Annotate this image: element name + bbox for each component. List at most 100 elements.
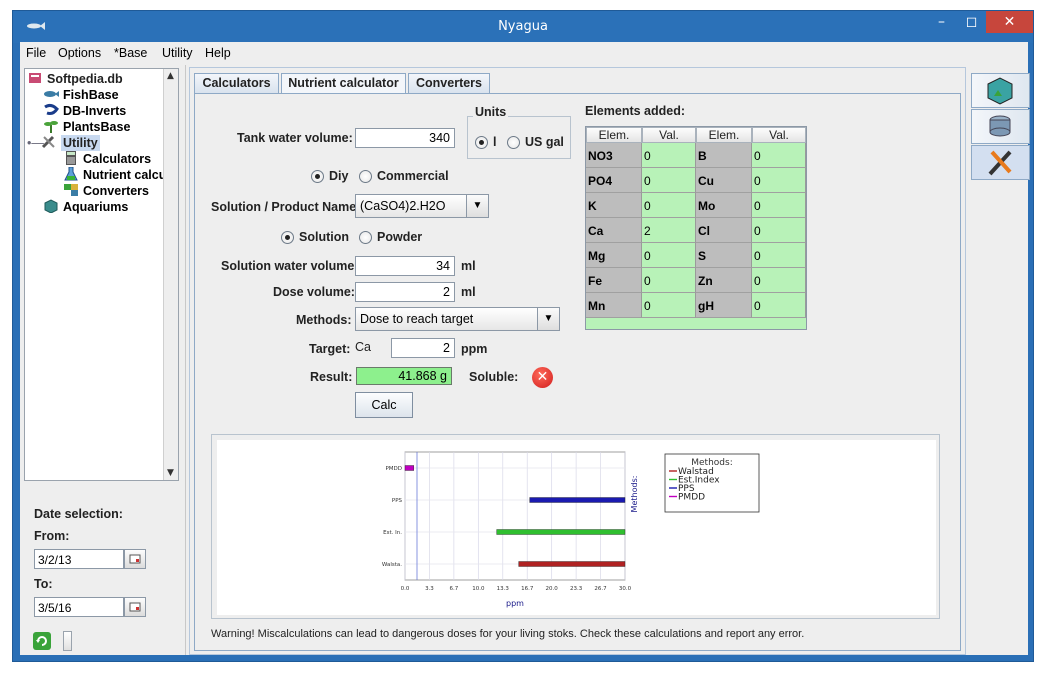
- side-tab-aquarium[interactable]: [971, 73, 1030, 108]
- commercial-label: Commercial: [377, 169, 449, 183]
- not-soluble-icon: ✕: [532, 367, 553, 388]
- legend-entry: PMDD: [678, 493, 705, 503]
- flask-icon: [64, 167, 78, 181]
- element-name-cell[interactable]: K: [586, 193, 642, 218]
- to-date-field[interactable]: 3/5/16: [34, 597, 124, 617]
- range-bar: [529, 497, 626, 503]
- tree-item-utility[interactable]: •— Utility: [27, 135, 100, 151]
- element-value-cell[interactable]: 0: [642, 268, 696, 293]
- element-name-cell[interactable]: Mg: [586, 243, 642, 268]
- menu-options[interactable]: Options: [58, 46, 101, 60]
- element-name-cell[interactable]: Mo: [696, 193, 752, 218]
- tab-nutrient-calculator[interactable]: Nutrient calculator: [281, 73, 406, 94]
- methods-combo[interactable]: Dose to reach target ▼: [355, 307, 560, 331]
- product-name-combo[interactable]: (CaSO4)2.H2O ▼: [355, 194, 489, 218]
- menu-file[interactable]: File: [26, 46, 46, 60]
- element-name-cell[interactable]: Fe: [586, 268, 642, 293]
- from-calendar-button[interactable]: [124, 549, 146, 569]
- y-tick-label: PPS: [392, 498, 403, 504]
- element-value-cell[interactable]: 0: [752, 168, 806, 193]
- element-name-cell[interactable]: Cl: [696, 218, 752, 243]
- element-name-cell[interactable]: Zn: [696, 268, 752, 293]
- element-value-cell[interactable]: 0: [752, 293, 806, 318]
- progress-indicator: [63, 631, 72, 651]
- element-value-cell[interactable]: 0: [642, 243, 696, 268]
- minimize-button[interactable]: –: [928, 11, 955, 33]
- y-tick-label: Est. In.: [383, 530, 402, 536]
- result-field: 41.868 g: [356, 367, 452, 385]
- title-bar: Nyagua – ◻ ✕: [13, 11, 1033, 43]
- calc-button[interactable]: Calc: [355, 392, 413, 418]
- side-tab-utility[interactable]: [971, 145, 1030, 180]
- target-value-input[interactable]: 2: [391, 338, 455, 358]
- methods-chart: 0.0 3.3 6.7 10.0 13.3 16.7 20.0 23.3 26.7 30.0 PMD…: [217, 440, 936, 615]
- tools-icon: [41, 135, 55, 149]
- tree-item-aquariums[interactable]: Aquariums: [43, 199, 128, 215]
- scroll-up-icon[interactable]: ▲: [167, 71, 174, 81]
- element-name-cell[interactable]: Mn: [586, 293, 642, 318]
- refresh-icon[interactable]: [32, 631, 52, 651]
- element-value-cell[interactable]: 0: [642, 193, 696, 218]
- element-name-cell[interactable]: B: [696, 143, 752, 168]
- chevron-down-icon[interactable]: ▼: [537, 308, 559, 330]
- element-name-cell[interactable]: Ca: [586, 218, 642, 243]
- units-usgal-radio[interactable]: [507, 136, 520, 149]
- tree-item-calculators[interactable]: Calculators: [63, 151, 151, 167]
- from-date-field[interactable]: 3/2/13: [34, 549, 124, 569]
- scroll-down-icon[interactable]: ▼: [167, 468, 174, 478]
- element-value-cell[interactable]: 0: [752, 243, 806, 268]
- methods-chart-frame: 0.0 3.3 6.7 10.0 13.3 16.7 20.0 23.3 26.7 30.0 PMD…: [211, 434, 940, 619]
- database-tree: Softpedia.db FishBase DB-Inverts PlantsB…: [24, 68, 179, 481]
- fish-icon: [44, 91, 59, 97]
- element-value-cell[interactable]: 0: [752, 268, 806, 293]
- diy-radio[interactable]: [311, 170, 324, 183]
- element-value-cell[interactable]: 0: [752, 218, 806, 243]
- x-tick-label: 6.7: [450, 586, 459, 592]
- element-value-cell[interactable]: 0: [752, 143, 806, 168]
- tree-expander-icon[interactable]: •—: [27, 135, 44, 151]
- dose-volume-input[interactable]: 2: [355, 282, 455, 302]
- solution-label: Solution: [299, 230, 349, 244]
- tank-volume-input[interactable]: 340: [355, 128, 455, 148]
- element-name-cell[interactable]: S: [696, 243, 752, 268]
- product-name-value: (CaSO4)2.H2O: [360, 199, 446, 213]
- element-value-cell[interactable]: 0: [752, 193, 806, 218]
- tree-item-nutrient-calculator[interactable]: Nutrient calcul: [63, 167, 170, 183]
- calendar-icon: [129, 602, 141, 612]
- dose-unit-label: ml: [461, 285, 476, 299]
- powder-label: Powder: [377, 230, 423, 244]
- powder-radio[interactable]: [359, 231, 372, 244]
- tree-item-converters[interactable]: Converters: [63, 183, 149, 199]
- element-value-cell[interactable]: 0: [642, 293, 696, 318]
- units-liters-radio[interactable]: [475, 136, 488, 149]
- tab-converters[interactable]: Converters: [408, 73, 490, 93]
- element-name-cell[interactable]: Cu: [696, 168, 752, 193]
- solution-radio[interactable]: [281, 231, 294, 244]
- chevron-down-icon[interactable]: ▼: [466, 195, 488, 217]
- methods-value: Dose to reach target: [360, 312, 474, 326]
- close-button[interactable]: ✕: [986, 11, 1033, 33]
- element-value-cell[interactable]: 2: [642, 218, 696, 243]
- tree-item-softpedia-db[interactable]: Softpedia.db: [27, 71, 123, 87]
- tree-item-plantsbase[interactable]: PlantsBase: [43, 119, 130, 135]
- commercial-radio[interactable]: [359, 170, 372, 183]
- tab-calculators[interactable]: Calculators: [194, 73, 279, 93]
- menu-base[interactable]: *Base: [114, 46, 147, 60]
- soluble-label: Soluble:: [469, 370, 519, 384]
- element-name-cell[interactable]: gH: [696, 293, 752, 318]
- solution-volume-input[interactable]: 34: [355, 256, 455, 276]
- menu-utility[interactable]: Utility: [162, 46, 193, 60]
- tree-item-fishbase[interactable]: FishBase: [43, 87, 119, 103]
- tree-item-db-inverts[interactable]: DB-Inverts: [43, 103, 126, 119]
- element-value-cell[interactable]: 0: [642, 143, 696, 168]
- tree-scrollbar[interactable]: ▲ ▼: [163, 69, 178, 480]
- element-name-cell[interactable]: NO3: [586, 143, 642, 168]
- menu-help[interactable]: Help: [205, 46, 231, 60]
- maximize-button[interactable]: ◻: [958, 11, 985, 33]
- to-calendar-button[interactable]: [124, 597, 146, 617]
- shrimp-icon: [44, 103, 59, 115]
- database-stack-icon: [989, 115, 1011, 137]
- element-value-cell[interactable]: 0: [642, 168, 696, 193]
- side-tab-database[interactable]: [971, 109, 1030, 144]
- element-name-cell[interactable]: PO4: [586, 168, 642, 193]
